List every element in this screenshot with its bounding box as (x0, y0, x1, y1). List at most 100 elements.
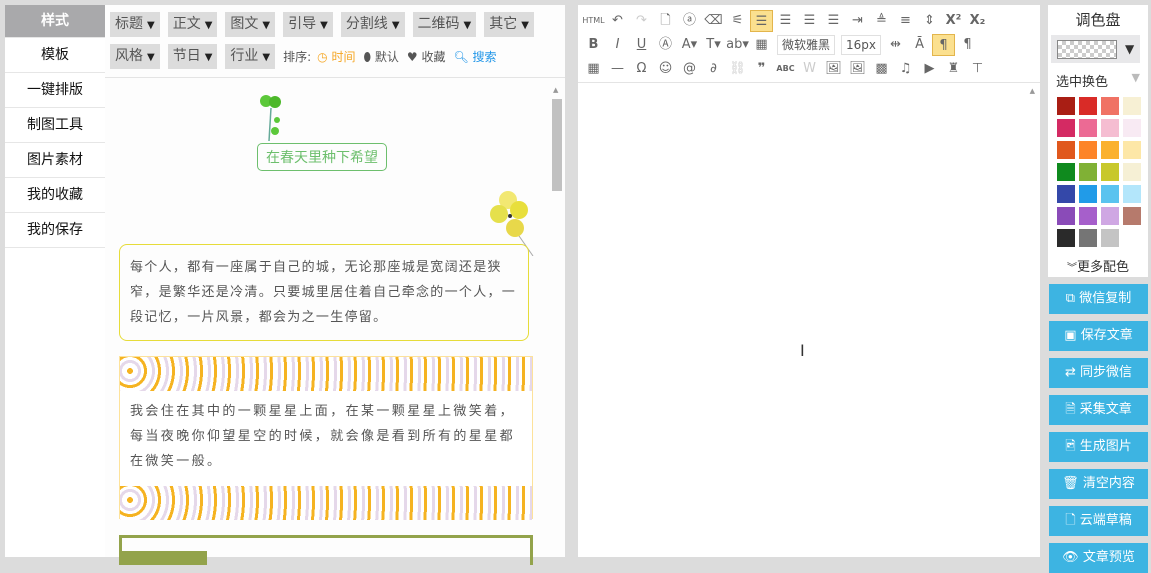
color-swatch[interactable] (1123, 207, 1141, 225)
category-dropdown[interactable]: 正文 ▼ (167, 12, 218, 37)
video-icon[interactable]: ▶ (918, 58, 941, 80)
color-swatch[interactable] (1101, 207, 1119, 225)
chevron-down-icon[interactable]: ▼ (1125, 42, 1134, 56)
anchor-icon[interactable]: @ (678, 58, 701, 80)
color-swatch[interactable] (1057, 229, 1075, 247)
category-dropdown[interactable]: 风格 ▼ (110, 44, 160, 69)
html-source-button[interactable]: HTML (582, 10, 605, 32)
eraser-icon[interactable]: ⌫ (702, 10, 725, 32)
link-icon[interactable]: ∂ (702, 58, 725, 80)
color-swatch[interactable] (1101, 97, 1119, 115)
font-border-icon[interactable]: Ⓐ (654, 34, 677, 56)
transparent-swatch[interactable] (1057, 39, 1117, 59)
background-color-icon[interactable]: T▾ (702, 34, 725, 56)
multi-image-icon[interactable]: 🖼 (846, 58, 869, 80)
sort-option[interactable]: ⬮ 默认 (363, 48, 398, 65)
align-left-icon[interactable]: ☰ (750, 10, 773, 32)
color-swatch[interactable] (1123, 163, 1141, 181)
color-swatch[interactable] (1057, 163, 1075, 181)
color-swatch[interactable] (1123, 97, 1141, 115)
letter-spacing-icon[interactable]: ⇹ (884, 34, 907, 56)
color-swatch[interactable] (1101, 185, 1119, 203)
color-swatch[interactable] (1101, 141, 1119, 159)
color-swatch[interactable] (1057, 119, 1075, 137)
search-button[interactable]: 🔍︎ 搜索 (453, 48, 496, 65)
color-swatch[interactable] (1123, 185, 1141, 203)
background-image-icon[interactable]: ▦ (750, 34, 773, 56)
color-swatch[interactable] (1057, 97, 1075, 115)
line-spacing-bottom-icon[interactable]: ≡ (894, 10, 917, 32)
special-char-icon[interactable]: Ω (630, 58, 653, 80)
action-button[interactable]: ▣ 保存文章 (1049, 321, 1148, 351)
custom-color-picker[interactable]: ▼ (1051, 35, 1140, 63)
color-swatch[interactable] (1101, 119, 1119, 137)
action-button[interactable]: 🗎 采集文章 (1049, 395, 1148, 425)
align-right-icon[interactable]: ☰ (798, 10, 821, 32)
color-swatch[interactable] (1079, 141, 1097, 159)
category-dropdown[interactable]: 节日 ▼ (167, 44, 218, 69)
horizontal-rule-icon[interactable]: — (606, 58, 629, 80)
emoji-icon[interactable]: ☺ (654, 58, 677, 80)
color-swatch[interactable] (1123, 119, 1141, 137)
color-swatch[interactable] (1079, 185, 1097, 203)
editor-scroll-up-icon[interactable]: ▲ (1030, 87, 1035, 95)
action-button[interactable]: 🗋 云端草稿 (1049, 506, 1148, 536)
color-swatch[interactable] (1057, 141, 1075, 159)
action-button[interactable]: 👁 文章预览 (1049, 543, 1148, 573)
quote-icon[interactable]: ❞ (750, 58, 773, 80)
template-title[interactable]: 在春天里种下希望 (257, 143, 387, 171)
music-icon[interactable]: ♫ (894, 58, 917, 80)
category-dropdown[interactable]: 行业 ▼ (225, 44, 276, 69)
scrollbar[interactable]: ▲ (550, 83, 564, 557)
color-swatch[interactable] (1079, 97, 1097, 115)
template-card-flowers[interactable]: 我会住在其中的一颗星星上面，在某一颗星星上微笑着，每当夜晚你仰望星空的时候，就会… (119, 356, 533, 520)
unlink-icon[interactable]: ⛓ (726, 58, 749, 80)
font-family-select[interactable]: 微软雅黑 (777, 35, 836, 55)
sidebar-item[interactable]: 我的收藏 (5, 178, 105, 213)
category-dropdown[interactable]: 二维码 ▼ (412, 12, 477, 37)
select-all-icon[interactable]: ⓐ (678, 10, 701, 32)
sidebar-item[interactable]: 模板 (5, 38, 105, 73)
bold-icon[interactable]: B (582, 34, 605, 56)
template-card-green[interactable] (119, 535, 533, 565)
sidebar-item[interactable]: 图片素材 (5, 143, 105, 178)
underline-icon[interactable]: U (630, 34, 653, 56)
sidebar-item[interactable]: 一键排版 (5, 73, 105, 108)
superscript-icon[interactable]: X² (942, 10, 965, 32)
word-paste-icon[interactable]: W (798, 58, 821, 80)
color-swatch[interactable] (1057, 207, 1075, 225)
sort-option[interactable]: ♥ 收藏 (407, 48, 446, 65)
scroll-up-icon[interactable]: ▲ (553, 86, 558, 94)
redo-icon[interactable]: ↷ (630, 10, 653, 32)
font-size-select[interactable]: 16px (841, 35, 882, 55)
template-icon[interactable]: ⊤ (966, 58, 989, 80)
scrollbar-thumb[interactable] (552, 99, 562, 191)
category-dropdown[interactable]: 标题 ▼ (110, 12, 160, 37)
rtl-icon[interactable]: ¶ (956, 34, 979, 56)
spellcheck-icon[interactable]: ABC (774, 58, 797, 80)
sidebar-item[interactable]: 我的保存 (5, 213, 105, 248)
more-colors-button[interactable]: ︾更多配色 (1048, 256, 1148, 275)
category-dropdown[interactable]: 其它 ▼ (484, 12, 534, 37)
color-swatch[interactable] (1057, 185, 1075, 203)
sidebar-item[interactable]: 样式 (5, 5, 105, 38)
align-center-icon[interactable]: ☰ (774, 10, 797, 32)
italic-icon[interactable]: I (606, 34, 629, 56)
action-button[interactable]: 🖻 生成图片 (1049, 432, 1148, 462)
category-dropdown[interactable]: 分割线 ▼ (340, 12, 405, 37)
sort-option[interactable]: ◷ 时间 (317, 48, 355, 65)
action-button[interactable]: ⇄ 同步微信 (1049, 358, 1148, 388)
color-swatch[interactable] (1123, 141, 1141, 159)
template-card-text[interactable]: 每个人，都有一座属于自己的城，无论那座城是宽阔还是狭窄，是繁华还是冷清。只要城里… (119, 244, 529, 341)
ltr-icon[interactable]: ¶ (932, 34, 956, 56)
table-icon[interactable]: ▦ (582, 58, 605, 80)
category-dropdown[interactable]: 图文 ▼ (225, 12, 276, 37)
indent-icon[interactable]: ⇥ (846, 10, 869, 32)
image-frame-icon[interactable]: ▩ (870, 58, 893, 80)
chevron-down-icon[interactable]: ▼ (1132, 71, 1140, 91)
color-swatch[interactable] (1079, 207, 1097, 225)
image-icon[interactable]: 🖼 (822, 58, 845, 80)
line-spacing-top-icon[interactable]: ≜ (870, 10, 893, 32)
undo-icon[interactable]: ↶ (606, 10, 629, 32)
justify-icon[interactable]: ☰ (822, 10, 845, 32)
